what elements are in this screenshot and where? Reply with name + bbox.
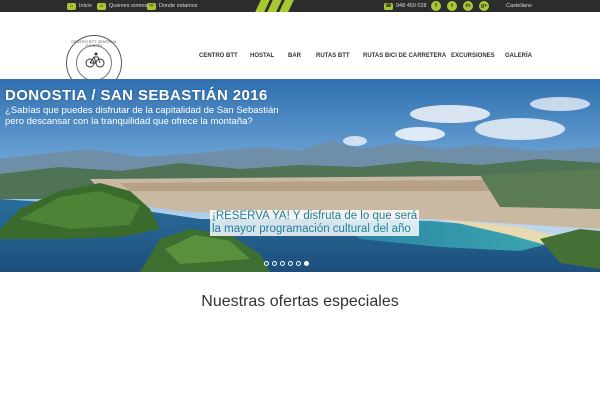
topbar-link-label: Donde estamos	[159, 3, 198, 9]
bicycle-icon	[85, 52, 105, 68]
phone-label: 948 450 028	[396, 3, 427, 9]
slider-dot[interactable]	[304, 261, 309, 266]
language-selector[interactable]: Castellano	[506, 0, 532, 12]
hero-slider[interactable]: DONOSTIA / SAN SEBASTIÁN 2016 ¿Sabías qu…	[0, 79, 600, 272]
slider-dot[interactable]	[264, 261, 269, 266]
language-label: Castellano	[506, 3, 532, 9]
nav-item-rutas-btt[interactable]: RUTAS BTT	[316, 53, 350, 59]
slider-dot[interactable]	[272, 261, 277, 266]
nav-item-bar[interactable]: BAR	[288, 53, 301, 59]
nav-item-rutas-bici-carretera[interactable]: RUTAS BICI DE CARRETERA	[363, 53, 446, 59]
nav-item-excursiones[interactable]: EXCURSIONES	[451, 53, 495, 59]
offers-heading: Nuestras ofertas especiales	[201, 293, 399, 310]
hero-promo-line: ¡RESERVA YA! Y disfruta de lo que será	[212, 210, 418, 222]
topbar-link-label: Quienes somos	[109, 3, 148, 9]
hero-subtitle: ¿Sabías que puedes disfrutar de la capit…	[5, 105, 305, 127]
hero-subtitle-line: ¿Sabías que puedes disfrutar de la capit…	[5, 105, 279, 116]
phone-number[interactable]: ☎ 948 450 028	[384, 0, 427, 12]
topbar-link-inicio[interactable]: ⌂ Inicio	[67, 0, 92, 12]
slider-dot[interactable]	[280, 261, 285, 266]
topbar-link-donde-estamos[interactable]: ✉ Donde estamos	[147, 0, 198, 12]
phone-icon: ☎	[384, 2, 393, 10]
twitter-icon[interactable]: t	[447, 1, 457, 11]
hero-promo-box[interactable]: ¡RESERVA YA! Y disfruta de lo que será l…	[210, 210, 420, 236]
slider-dot[interactable]	[288, 261, 293, 266]
decor-stripe	[279, 0, 294, 12]
hero-title: DONOSTIA / SAN SEBASTIÁN 2016	[5, 87, 268, 104]
google-plus-icon[interactable]: g+	[479, 1, 489, 11]
linkedin-icon[interactable]: in	[463, 1, 473, 11]
site-header: CENTRO BTT ZENTRUA GOIERRI CENTRO BTT HO…	[0, 12, 600, 91]
slider-pagination	[264, 261, 309, 266]
top-bar: ⌂ Inicio ☺ Quienes somos ✉ Donde estamos…	[0, 0, 600, 12]
topbar-link-quienes-somos[interactable]: ☺ Quienes somos	[97, 0, 147, 12]
nav-item-galeria[interactable]: GALERÍA	[505, 53, 532, 59]
people-icon: ☺	[97, 2, 106, 10]
nav-item-hostal[interactable]: HOSTAL	[250, 53, 274, 59]
hero-subtitle-line: pero descansar con la tranquilidad que o…	[5, 115, 253, 127]
home-icon: ⌂	[67, 2, 76, 10]
topbar-link-label: Inicio	[79, 3, 92, 9]
slider-dot[interactable]	[296, 261, 301, 266]
mail-icon: ✉	[147, 2, 156, 10]
facebook-icon[interactable]: f	[431, 1, 441, 11]
hero-promo-line: la mayor programación cultural del año	[212, 223, 411, 235]
nav-item-centro-btt[interactable]: CENTRO BTT	[199, 53, 238, 59]
